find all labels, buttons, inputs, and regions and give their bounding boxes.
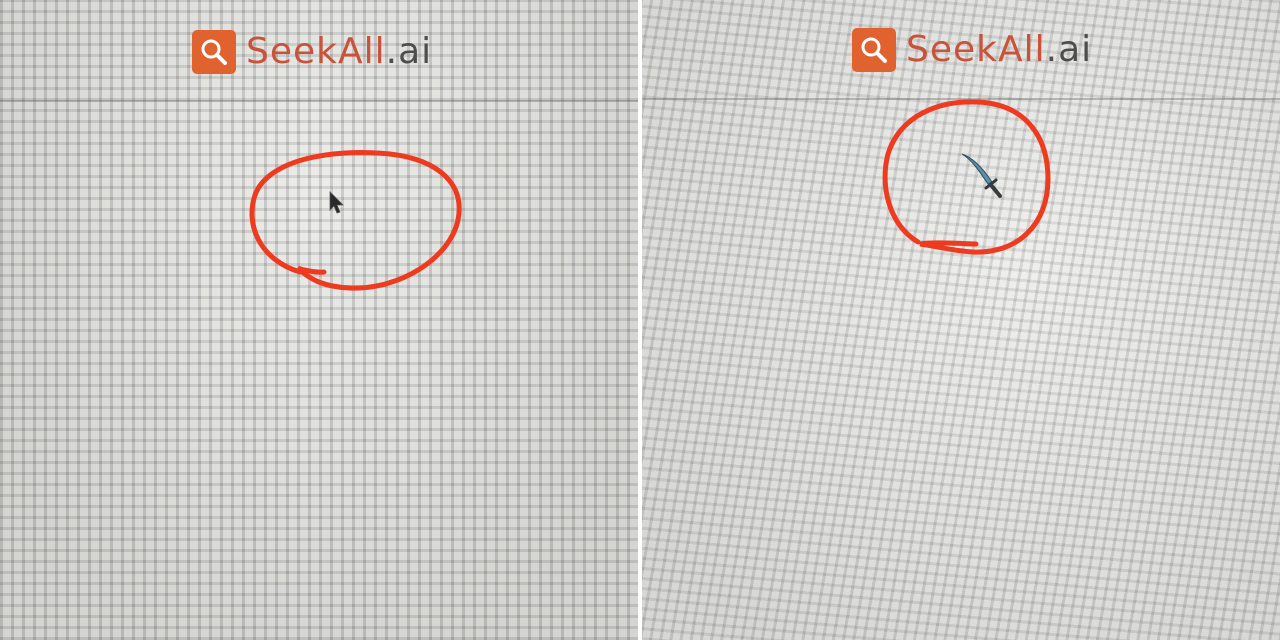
arrow-pointer-cursor-icon xyxy=(329,191,344,214)
site-logo-text: SeekAll.ai xyxy=(906,32,1092,68)
header-divider xyxy=(0,100,640,102)
left-screen-photo: SeekAll.ai xyxy=(0,0,640,640)
red-circle-annotation xyxy=(249,150,462,291)
header-divider xyxy=(640,98,1280,100)
logo-domain: .ai xyxy=(385,31,433,72)
search-magnifier-icon xyxy=(192,30,236,74)
right-screen-photo: SeekAll.ai xyxy=(640,0,1280,640)
site-logo-text: SeekAll.ai xyxy=(246,34,432,70)
site-logo[interactable]: SeekAll.ai xyxy=(852,28,1092,72)
screenshot-collage: SeekAll.ai SeekAll.ai xyxy=(0,0,1280,640)
panel-divider xyxy=(638,0,642,640)
search-magnifier-icon xyxy=(852,28,896,72)
sword-cursor-icon xyxy=(961,153,1002,198)
logo-name: SeekAll xyxy=(906,29,1046,70)
logo-name: SeekAll xyxy=(246,31,386,72)
site-logo[interactable]: SeekAll.ai xyxy=(192,30,432,74)
logo-domain: .ai xyxy=(1045,29,1093,70)
